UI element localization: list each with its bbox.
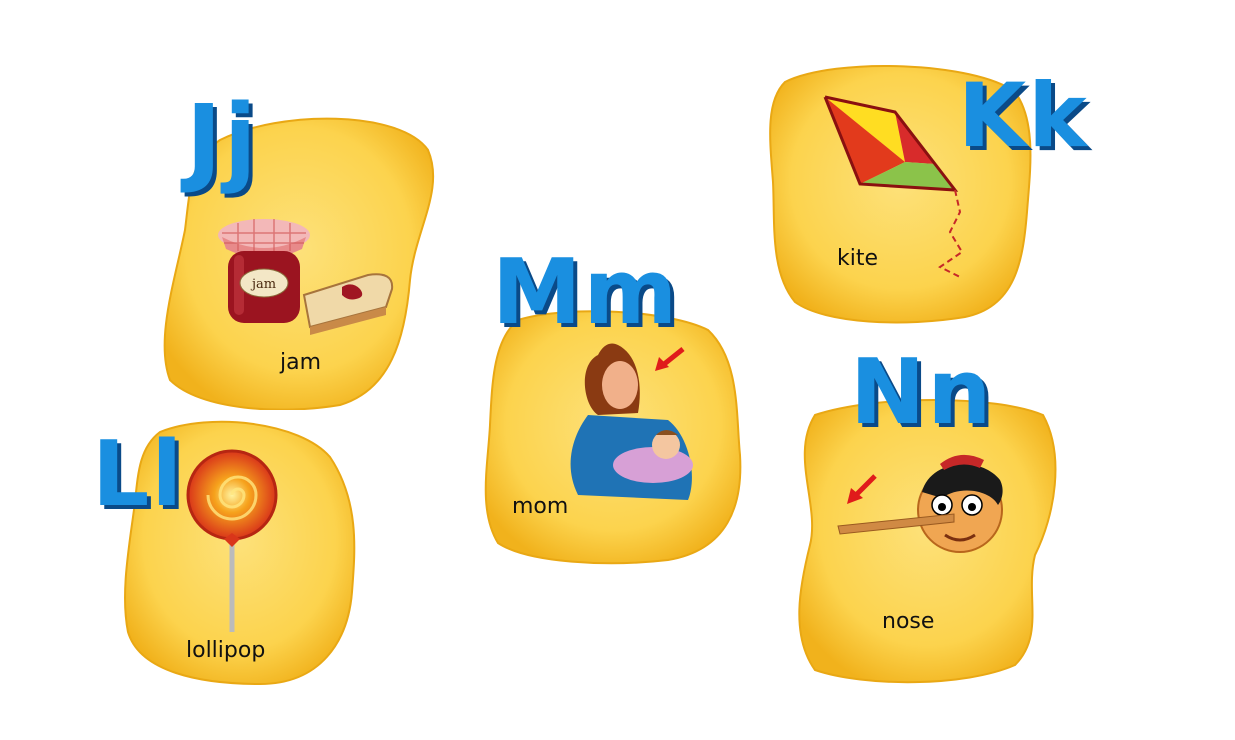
jam-jar-icon: jam xyxy=(218,219,394,335)
lollipop-icon xyxy=(186,449,278,632)
pinocchio-face-icon xyxy=(837,454,1003,553)
letter-jj: Jj xyxy=(186,84,259,196)
letter-kk: Kk xyxy=(958,64,1089,167)
pointer-arrow-icon xyxy=(847,474,877,504)
word-mom: mom xyxy=(512,494,569,519)
word-lollipop: lollipop xyxy=(186,638,266,663)
letter-nn: Nn xyxy=(850,340,994,445)
jam-jar-label: jam xyxy=(250,277,276,292)
letter-mm: Mm xyxy=(492,240,680,345)
pointer-arrow-icon xyxy=(655,347,685,371)
word-nose: nose xyxy=(882,609,935,634)
bread-slice-icon xyxy=(302,273,394,335)
letter-ll: Ll xyxy=(92,422,185,527)
word-kite: kite xyxy=(837,246,879,271)
word-jam: jam xyxy=(280,350,322,375)
